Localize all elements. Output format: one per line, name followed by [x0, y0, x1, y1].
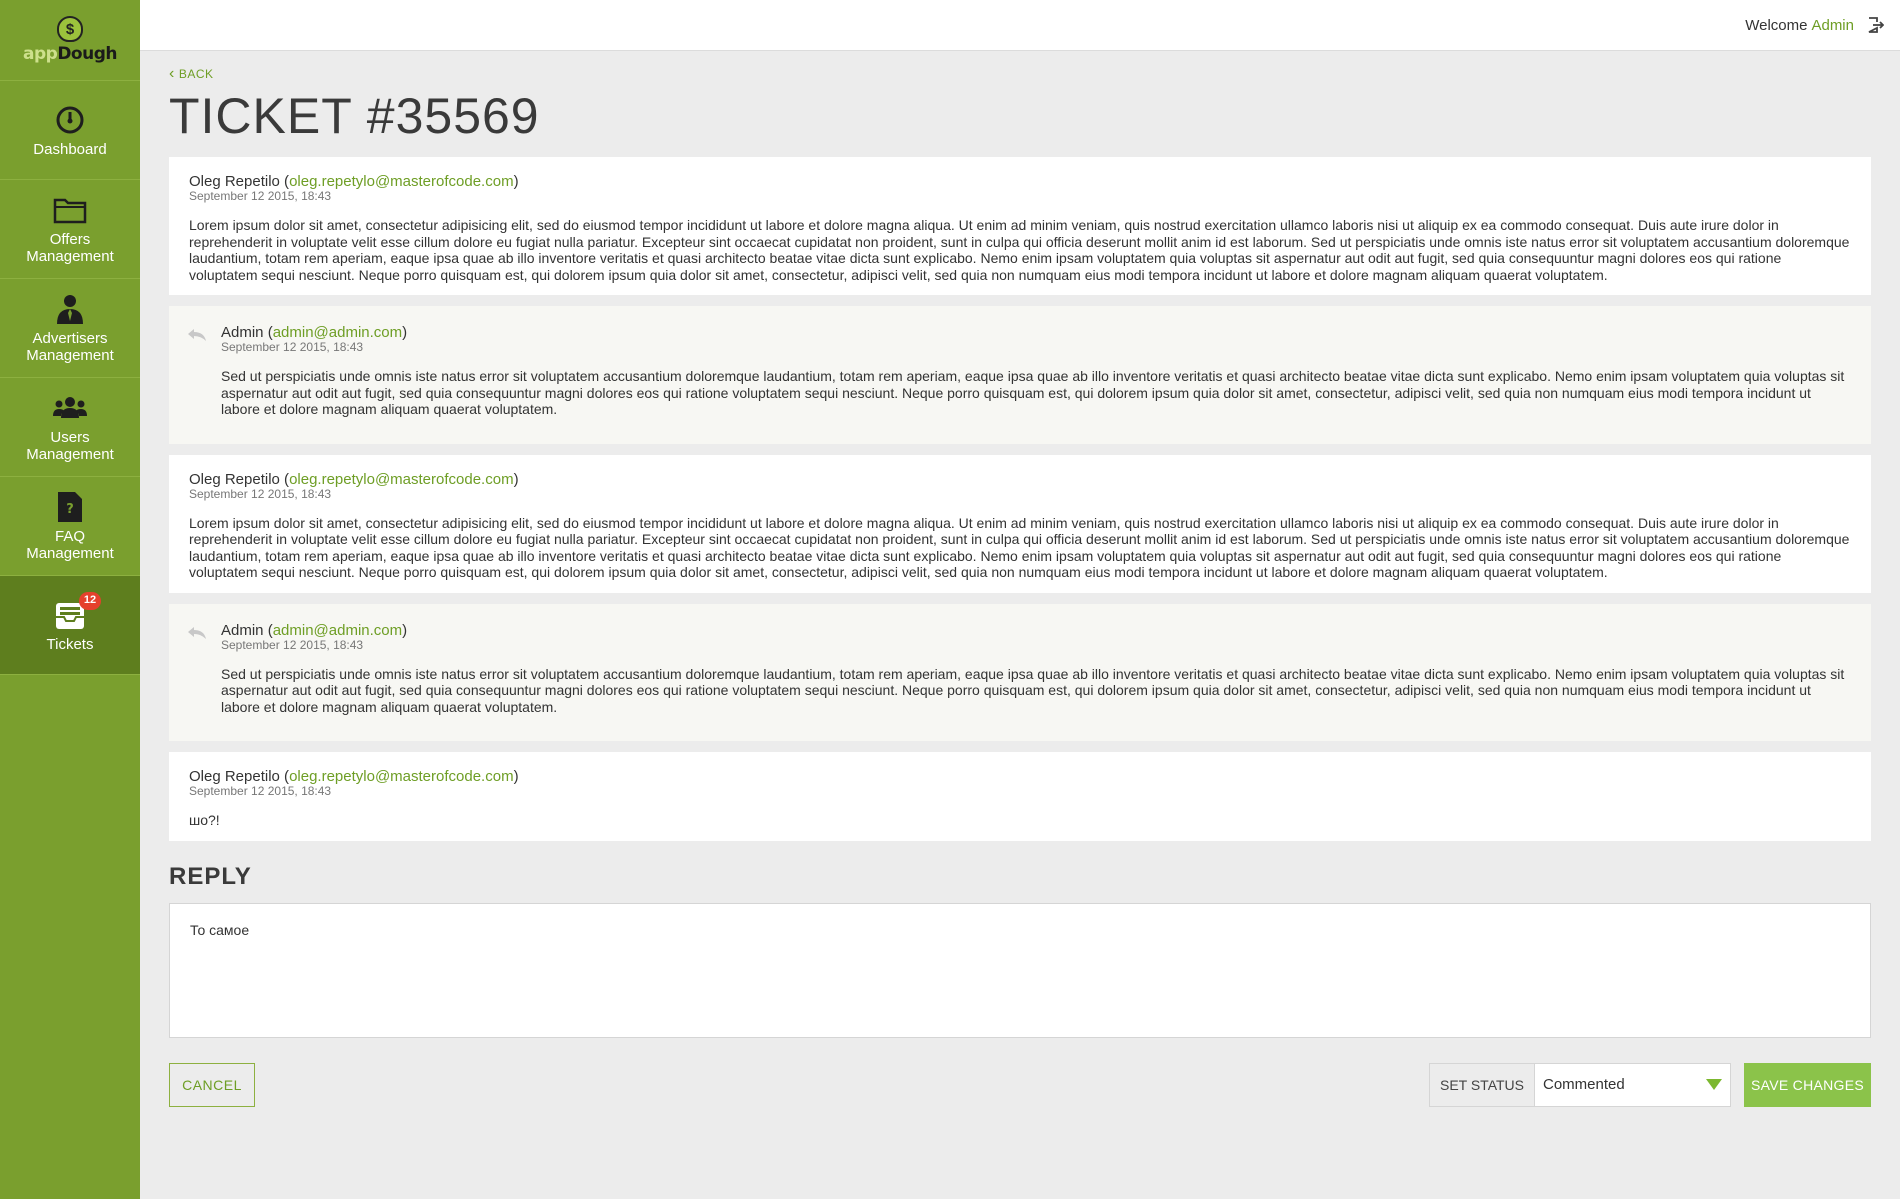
- message-body: Lorem ipsum dolor sit amet, consectetur …: [189, 514, 1850, 581]
- sidebar-item-label: Offers Management: [26, 231, 114, 265]
- message-author: Oleg Repetilo (oleg.repetylo@masterofcod…: [189, 173, 519, 190]
- ticket-actions: CANCEL SET STATUS Commented SAVE CHANGES: [169, 1062, 1871, 1107]
- main-content: ‹ BACK TICKET #35569 Oleg Repetilo (oleg…: [169, 51, 1871, 1107]
- current-user-link[interactable]: Admin: [1811, 17, 1854, 34]
- author-email-link[interactable]: oleg.repetylo@masterofcode.com: [289, 768, 514, 785]
- message-body: Sed ut perspiciatis unde omnis iste natu…: [221, 368, 1845, 417]
- status-selected-value: Commented: [1543, 1076, 1625, 1093]
- chevron-down-icon: [1706, 1079, 1722, 1090]
- sidebar-item-label: Tickets: [46, 635, 94, 653]
- author-email-link[interactable]: admin@admin.com: [273, 324, 402, 341]
- reply-arrow-icon: [188, 626, 206, 639]
- status-control: SET STATUS Commented: [1428, 1062, 1731, 1107]
- reply-heading: REPLY: [169, 862, 252, 890]
- author-email-link[interactable]: admin@admin.com: [273, 622, 402, 639]
- chevron-left-icon: ‹: [169, 65, 175, 82]
- message-author: Admin (admin@admin.com): [221, 621, 408, 639]
- top-bar: Welcome Admin: [140, 0, 1900, 51]
- status-select[interactable]: Commented: [1535, 1063, 1730, 1106]
- sidebar-item-label: Users Management: [26, 429, 114, 463]
- tickets-inbox-icon: 12: [53, 591, 101, 632]
- sidebar: $ appDough Dashboard Offers Management A…: [0, 0, 140, 1199]
- message-body: Lorem ipsum dolor sit amet, consectetur …: [189, 217, 1850, 283]
- users-icon: [53, 391, 87, 425]
- sidebar-item-tickets[interactable]: 12 Tickets: [0, 576, 140, 675]
- ticket-reply-message: Admin (admin@admin.com) September 12 201…: [169, 306, 1871, 444]
- message-body: Sed ut perspiciatis unde omnis iste natu…: [221, 665, 1845, 715]
- page-title: TICKET #35569: [169, 88, 540, 144]
- message-author: Oleg Repetilo (oleg.repetylo@masterofcod…: [189, 470, 519, 488]
- message-body: шо?!: [189, 812, 220, 828]
- sidebar-item-dashboard[interactable]: Dashboard: [0, 81, 140, 180]
- ticket-message: Oleg Repetilo (oleg.repetylo@masterofcod…: [169, 752, 1871, 841]
- welcome-text: Welcome Admin: [1745, 17, 1854, 34]
- cancel-button[interactable]: CANCEL: [169, 1062, 255, 1107]
- set-status-label: SET STATUS: [1429, 1063, 1535, 1106]
- back-link[interactable]: ‹ BACK: [169, 65, 214, 83]
- message-date: September 12 2015, 18:43: [189, 784, 332, 798]
- reply-textarea[interactable]: То самое: [169, 902, 1871, 1038]
- message-author: Oleg Repetilo (oleg.repetylo@masterofcod…: [189, 768, 519, 785]
- message-date: September 12 2015, 18:43: [189, 486, 332, 501]
- app-logo[interactable]: $ appDough: [0, 0, 140, 81]
- ticket-message: Oleg Repetilo (oleg.repetylo@masterofcod…: [169, 157, 1871, 295]
- sidebar-item-offers[interactable]: Offers Management: [0, 180, 140, 279]
- sidebar-item-users[interactable]: Users Management: [0, 378, 140, 477]
- message-author: Admin (admin@admin.com): [221, 324, 408, 341]
- faq-document-icon: ?: [53, 490, 87, 524]
- welcome-label: Welcome: [1745, 16, 1808, 34]
- author-email-link[interactable]: oleg.repetylo@masterofcode.com: [289, 173, 514, 190]
- folder-icon: [53, 193, 87, 227]
- ticket-message: Oleg Repetilo (oleg.repetylo@masterofcod…: [169, 454, 1871, 593]
- sidebar-item-advertisers[interactable]: Advertisers Management: [0, 279, 140, 378]
- svg-text:?: ?: [66, 502, 74, 517]
- back-label: BACK: [178, 67, 214, 81]
- reply-arrow-icon: [188, 329, 206, 341]
- sidebar-item-label: FAQ Management: [26, 528, 114, 562]
- dashboard-gauge-icon: [53, 103, 87, 137]
- message-date: September 12 2015, 18:43: [221, 637, 364, 652]
- save-changes-button[interactable]: SAVE CHANGES: [1744, 1062, 1871, 1107]
- logout-icon[interactable]: [1866, 16, 1885, 34]
- author-email-link[interactable]: oleg.repetylo@masterofcode.com: [289, 471, 514, 488]
- sidebar-item-label: Advertisers Management: [26, 330, 114, 364]
- message-date: September 12 2015, 18:43: [221, 340, 364, 354]
- sidebar-item-faq[interactable]: ? FAQ Management: [0, 477, 140, 576]
- advertiser-icon: [53, 292, 87, 326]
- logo-text: appDough: [23, 44, 117, 64]
- tickets-count-badge: 12: [79, 591, 101, 610]
- money-bag-icon: $: [57, 16, 83, 42]
- sidebar-item-label: Dashboard: [33, 140, 107, 158]
- message-date: September 12 2015, 18:43: [189, 189, 332, 203]
- ticket-reply-message: Admin (admin@admin.com) September 12 201…: [169, 603, 1871, 741]
